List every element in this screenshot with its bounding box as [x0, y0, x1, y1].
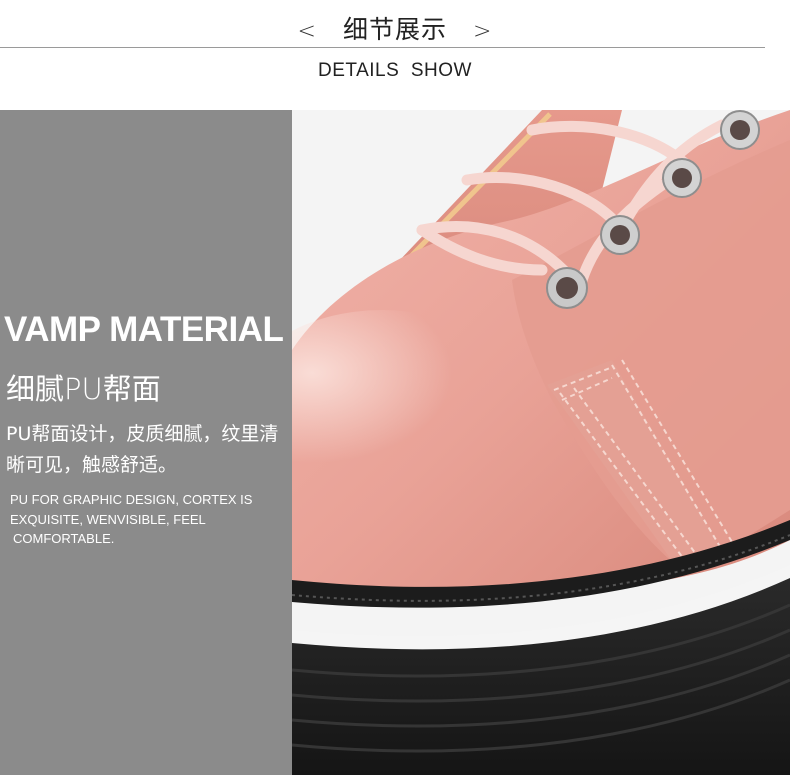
eyelet-hole	[730, 120, 750, 140]
eyelet-hole	[556, 277, 578, 299]
section-header: < 细节展示 > DETAILS SHOW	[0, 0, 790, 108]
panel-description-en-line: EXQUISITE, WENVISIBLE, FEEL	[10, 511, 206, 527]
panel-description-en-line: PU FOR GRAPHIC DESIGN, CORTEX IS	[10, 492, 253, 507]
description-panel: VAMP MATERIAL 细腻PU帮面 PU帮面设计，皮质细腻，纹里清晰可见，…	[0, 110, 292, 775]
section-title: 细节展示	[342, 15, 447, 44]
chevron-left-icon: <	[297, 19, 317, 44]
panel-title-en: VAMP MATERIAL	[4, 310, 284, 349]
header-divider	[0, 47, 765, 48]
panel-description-en: PU FOR GRAPHIC DESIGN, CORTEX IS EXQUISI…	[10, 490, 280, 549]
panel-description-cn: PU帮面设计，皮质细腻，纹里清晰可见，触感舒适。	[6, 423, 279, 476]
eyelet-hole	[610, 225, 630, 245]
section-subtitle: DETAILS SHOW	[318, 60, 472, 81]
panel-title-cn: 细腻PU帮面	[6, 372, 161, 406]
shoe-illustration	[292, 110, 790, 775]
panel-description-en-line: COMFORTABLE.	[13, 531, 115, 546]
section-title-row: < 细节展示 >	[0, 10, 790, 46]
eyelet-hole	[672, 168, 692, 188]
chevron-right-icon: >	[473, 19, 493, 44]
product-photo	[292, 110, 790, 775]
